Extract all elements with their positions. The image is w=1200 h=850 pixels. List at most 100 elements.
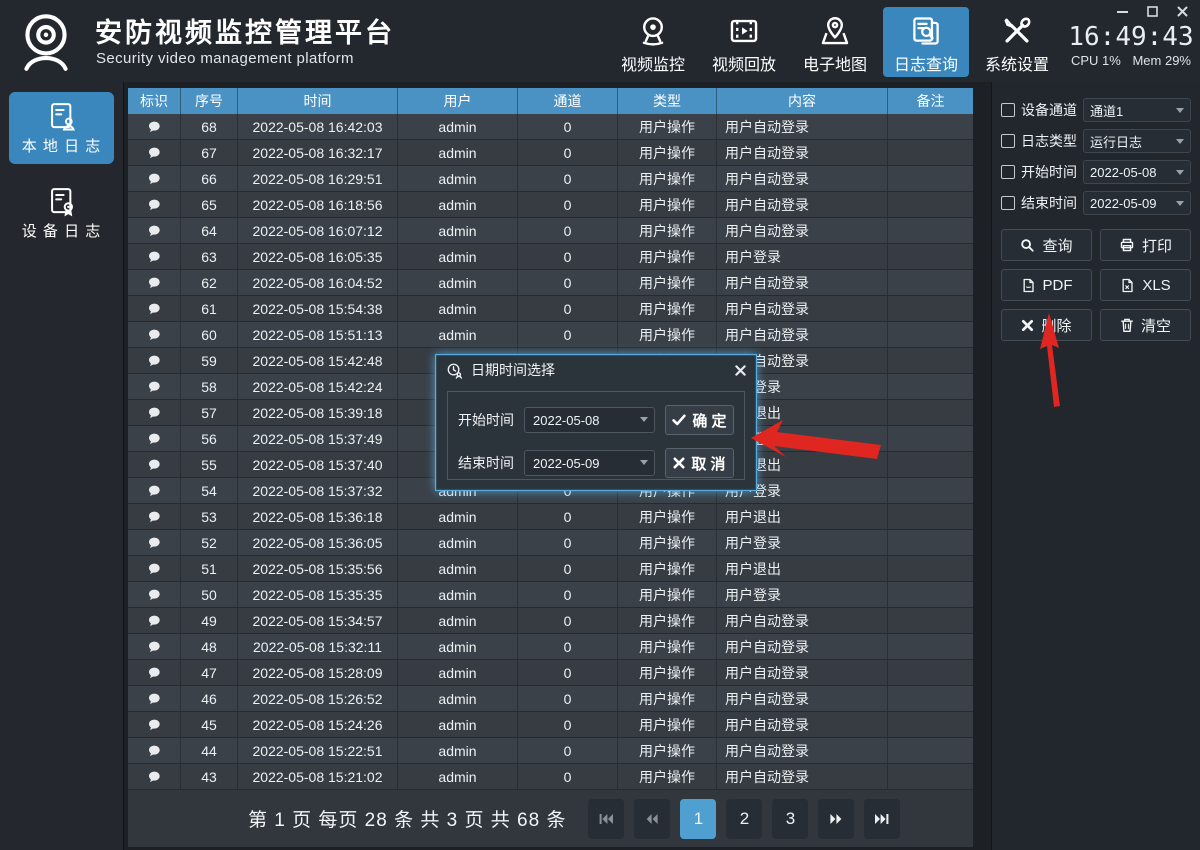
nav-item-label: 视频回放	[712, 51, 776, 75]
cell-mark	[128, 114, 181, 139]
table-row[interactable]: 50 2022-05-08 15:35:35 admin 0 用户操作 用户登录	[128, 582, 973, 608]
cell-user: admin	[398, 218, 518, 243]
cell-content: 用户自动登录	[717, 218, 888, 243]
close-icon[interactable]	[1177, 6, 1188, 17]
table-row[interactable]: 52 2022-05-08 15:36:05 admin 0 用户操作 用户登录	[128, 530, 973, 556]
log-type-select[interactable]: 运行日志	[1083, 129, 1191, 153]
pagination-buttons: 1 2 3	[588, 799, 900, 839]
cell-mark	[128, 608, 181, 633]
next-page-button[interactable]	[818, 799, 854, 839]
start-time-select[interactable]: 2022-05-08	[1083, 160, 1191, 184]
nav-item-log-query[interactable]: 日志查询	[883, 7, 969, 77]
table-row[interactable]: 66 2022-05-08 16:29:51 admin 0 用户操作 用户自动…	[128, 166, 973, 192]
last-page-button[interactable]	[864, 799, 900, 839]
status-clock: 16:49:43 CPU 1% Mem 29%	[1066, 23, 1196, 68]
cell-mark	[128, 504, 181, 529]
field-label: 结束时间	[458, 453, 514, 473]
nav-item-e-map[interactable]: 电子地图	[792, 7, 878, 77]
cell-time: 2022-05-08 15:42:24	[238, 374, 398, 399]
table-row[interactable]: 63 2022-05-08 16:05:35 admin 0 用户操作 用户登录	[128, 244, 973, 270]
dialog-body: 开始时间 2022-05-08 确 定 结束时间 2022-05-09 取 消	[447, 391, 745, 480]
start-time-checkbox[interactable]	[1001, 165, 1015, 179]
table-row[interactable]: 60 2022-05-08 15:51:13 admin 0 用户操作 用户自动…	[128, 322, 973, 348]
pagination-summary: 第 1 页 每页 28 条 共 3 页 共 68 条	[248, 805, 566, 832]
table-row[interactable]: 49 2022-05-08 15:34:57 admin 0 用户操作 用户自动…	[128, 608, 973, 634]
sidebar-item-local-logs[interactable]: 本 地 日 志	[9, 92, 114, 164]
table-row[interactable]: 68 2022-05-08 16:42:03 admin 0 用户操作 用户自动…	[128, 114, 973, 140]
speech-bubble-icon	[146, 405, 162, 421]
table-row[interactable]: 67 2022-05-08 16:32:17 admin 0 用户操作 用户自动…	[128, 140, 973, 166]
dialog-close-icon[interactable]	[735, 365, 746, 376]
prev-page-button[interactable]	[634, 799, 670, 839]
last-page-icon	[873, 810, 891, 828]
speech-bubble-icon	[146, 171, 162, 187]
pdf-export-button[interactable]: PDF	[1001, 269, 1092, 301]
table-row[interactable]: 44 2022-05-08 15:22:51 admin 0 用户操作 用户自动…	[128, 738, 973, 764]
cancel-button[interactable]: 取 消	[665, 448, 734, 478]
device-channel-select[interactable]: 通道1	[1083, 98, 1191, 122]
filter-label: 开始时间	[1021, 162, 1077, 182]
table-row[interactable]: 45 2022-05-08 15:24:26 admin 0 用户操作 用户自动…	[128, 712, 973, 738]
xls-export-button[interactable]: XLS	[1100, 269, 1191, 301]
cell-mark	[128, 764, 181, 789]
nav-item-system-settings[interactable]: 系统设置	[974, 7, 1060, 77]
device-channel-checkbox[interactable]	[1001, 103, 1015, 117]
sidebar-item-device-logs[interactable]: 设 备 日 志	[9, 177, 114, 249]
cell-content: 用户自动登录	[717, 712, 888, 737]
cell-user: admin	[398, 660, 518, 685]
cell-seq: 67	[181, 140, 238, 165]
column-header-mark: 标识	[128, 88, 181, 114]
cell-channel: 0	[518, 244, 618, 269]
page-button-3[interactable]: 3	[772, 799, 808, 839]
printer-icon	[1119, 237, 1135, 253]
cell-user: admin	[398, 530, 518, 555]
cell-content: 用户自动登录	[717, 764, 888, 789]
clear-button[interactable]: 清空	[1100, 309, 1191, 341]
speech-bubble-icon	[146, 379, 162, 395]
end-time-select[interactable]: 2022-05-09	[1083, 191, 1191, 215]
nav-item-video-playback[interactable]: 视频回放	[701, 7, 787, 77]
speech-bubble-icon	[146, 483, 162, 499]
select-value: 运行日志	[1090, 132, 1142, 151]
table-row[interactable]: 43 2022-05-08 15:21:02 admin 0 用户操作 用户自动…	[128, 764, 973, 790]
table-row[interactable]: 51 2022-05-08 15:35:56 admin 0 用户操作 用户退出	[128, 556, 973, 582]
end-time-checkbox[interactable]	[1001, 196, 1015, 210]
log-type-checkbox[interactable]	[1001, 134, 1015, 148]
minimize-icon[interactable]	[1117, 6, 1128, 17]
page-button-1[interactable]: 1	[680, 799, 716, 839]
cell-remark	[888, 530, 973, 555]
cell-time: 2022-05-08 16:32:17	[238, 140, 398, 165]
dialog-end-time-select[interactable]: 2022-05-09	[524, 450, 655, 476]
print-button[interactable]: 打印	[1100, 229, 1191, 261]
table-row[interactable]: 65 2022-05-08 16:18:56 admin 0 用户操作 用户自动…	[128, 192, 973, 218]
table-row[interactable]: 64 2022-05-08 16:07:12 admin 0 用户操作 用户自动…	[128, 218, 973, 244]
delete-button[interactable]: 删除	[1001, 309, 1092, 341]
cell-mark	[128, 686, 181, 711]
cell-time: 2022-05-08 16:07:12	[238, 218, 398, 243]
cell-user: admin	[398, 296, 518, 321]
speech-bubble-icon	[146, 197, 162, 213]
cell-user: admin	[398, 192, 518, 217]
nav-item-video-monitor[interactable]: 视频监控	[610, 7, 696, 77]
first-page-button[interactable]	[588, 799, 624, 839]
table-row[interactable]: 53 2022-05-08 15:36:18 admin 0 用户操作 用户退出	[128, 504, 973, 530]
cancel-x-icon	[673, 457, 685, 469]
maximize-icon[interactable]	[1147, 6, 1158, 17]
cell-type: 用户操作	[618, 322, 717, 347]
cell-seq: 43	[181, 764, 238, 789]
table-row[interactable]: 46 2022-05-08 15:26:52 admin 0 用户操作 用户自动…	[128, 686, 973, 712]
speech-bubble-icon	[146, 145, 162, 161]
cell-mark	[128, 478, 181, 503]
cell-content: 用户自动登录	[717, 634, 888, 659]
table-row[interactable]: 47 2022-05-08 15:28:09 admin 0 用户操作 用户自动…	[128, 660, 973, 686]
table-row[interactable]: 61 2022-05-08 15:54:38 admin 0 用户操作 用户自动…	[128, 296, 973, 322]
confirm-button[interactable]: 确 定	[665, 405, 734, 435]
clock-user-icon	[446, 362, 463, 379]
cell-remark	[888, 322, 973, 347]
dialog-start-time-select[interactable]: 2022-05-08	[524, 407, 655, 433]
page-button-2[interactable]: 2	[726, 799, 762, 839]
query-button[interactable]: 查询	[1001, 229, 1092, 261]
table-row[interactable]: 48 2022-05-08 15:32:11 admin 0 用户操作 用户自动…	[128, 634, 973, 660]
table-row[interactable]: 62 2022-05-08 16:04:52 admin 0 用户操作 用户自动…	[128, 270, 973, 296]
speech-bubble-icon	[146, 561, 162, 577]
